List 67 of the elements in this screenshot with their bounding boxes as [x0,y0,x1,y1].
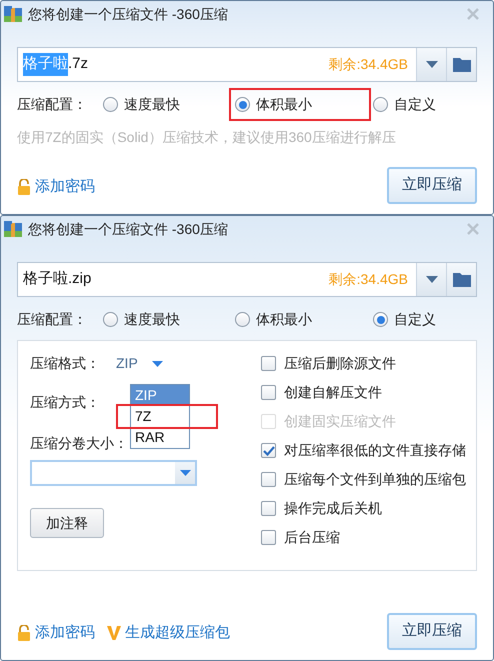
super-archive-link[interactable]: 生成超级压缩包 [107,622,230,644]
option-label: 创建固实压缩文件 [284,412,396,431]
checkbox[interactable] [261,356,276,371]
free-space-text: 剩余:34.4GB [328,270,409,289]
add-password-link[interactable]: 添加密码 [17,176,95,198]
method-label: 压缩方式： [30,393,100,412]
caret-icon [426,276,438,283]
volume-select[interactable] [30,460,197,486]
profile-label: 压缩配置： [17,95,88,114]
radio-label: 自定义 [394,310,436,329]
caret-icon [180,470,190,476]
radio-label: 体积最小 [256,310,312,329]
filename-field[interactable]: 格子啦.zip 剩余:34.4GB [17,262,477,297]
v-icon [107,624,121,641]
radio-label: 体积最小 [256,95,312,114]
radio-button[interactable] [373,312,388,327]
dropdown-option[interactable]: 7Z [118,406,216,427]
option-label: 压缩后删除源文件 [284,354,396,373]
window-title: 您将创建一个压缩文件 -360压缩 [28,4,228,24]
checkbox[interactable] [261,472,276,487]
window-title: 您将创建一个压缩文件 -360压缩 [28,220,228,238]
compress-button[interactable]: 立即压缩 [387,167,477,204]
radio-button[interactable] [235,312,250,327]
hint-text: 使用7Z的固实（Solid）压缩技术，建议使用360压缩进行解压 [17,128,397,147]
option-label: 操作完成后关机 [284,499,382,518]
radio-button[interactable] [373,97,388,112]
checkbox[interactable] [261,443,276,458]
comment-button[interactable]: 加注释 [30,508,104,538]
close-icon[interactable] [466,222,480,236]
caret-icon [426,61,438,68]
browse-button[interactable] [446,263,476,296]
filename-field[interactable]: 格子啦.7z 剩余:34.4GB [17,47,477,82]
checkbox[interactable] [261,385,276,400]
add-password-link[interactable]: 添加密码 [17,622,95,644]
format-label: 压缩格式： [30,354,101,373]
dropdown-option[interactable]: RAR [131,427,189,448]
profile-label: 压缩配置： [17,310,88,329]
format-select[interactable]: ZIP [116,353,163,374]
dropdown-button[interactable] [416,263,446,296]
browse-button[interactable] [446,48,476,81]
radio-button[interactable] [103,312,118,327]
option-label: 创建自解压文件 [284,383,382,402]
filename-text: 格子啦.zip [23,269,92,290]
option-label: 后台压缩 [284,528,340,547]
folder-icon [452,57,470,72]
close-icon[interactable] [466,7,480,21]
option-label: 对压缩率很低的文件直接存储 [284,441,466,460]
archive-icon [4,221,22,237]
archive-icon [4,6,22,22]
padlock-icon [17,624,31,641]
filename-text: 格子啦 [23,53,68,76]
option-label: 压缩每个文件到单独的压缩包 [284,470,466,489]
filename-text: .7z [68,54,88,74]
checkbox[interactable] [261,501,276,516]
checkbox[interactable] [261,530,276,545]
volume-label: 压缩分卷大小： [30,434,128,453]
compress-button[interactable]: 立即压缩 [387,613,477,650]
folder-icon [452,272,470,287]
padlock-icon [17,178,31,195]
radio-label: 速度最快 [124,310,180,329]
caret-icon [152,360,163,366]
free-space-text: 剩余:34.4GB [328,55,409,74]
radio-label: 自定义 [394,95,436,114]
radio-label: 速度最快 [124,95,180,114]
radio-button[interactable] [103,97,118,112]
radio-button[interactable] [235,97,250,112]
dropdown-button[interactable] [416,48,446,81]
